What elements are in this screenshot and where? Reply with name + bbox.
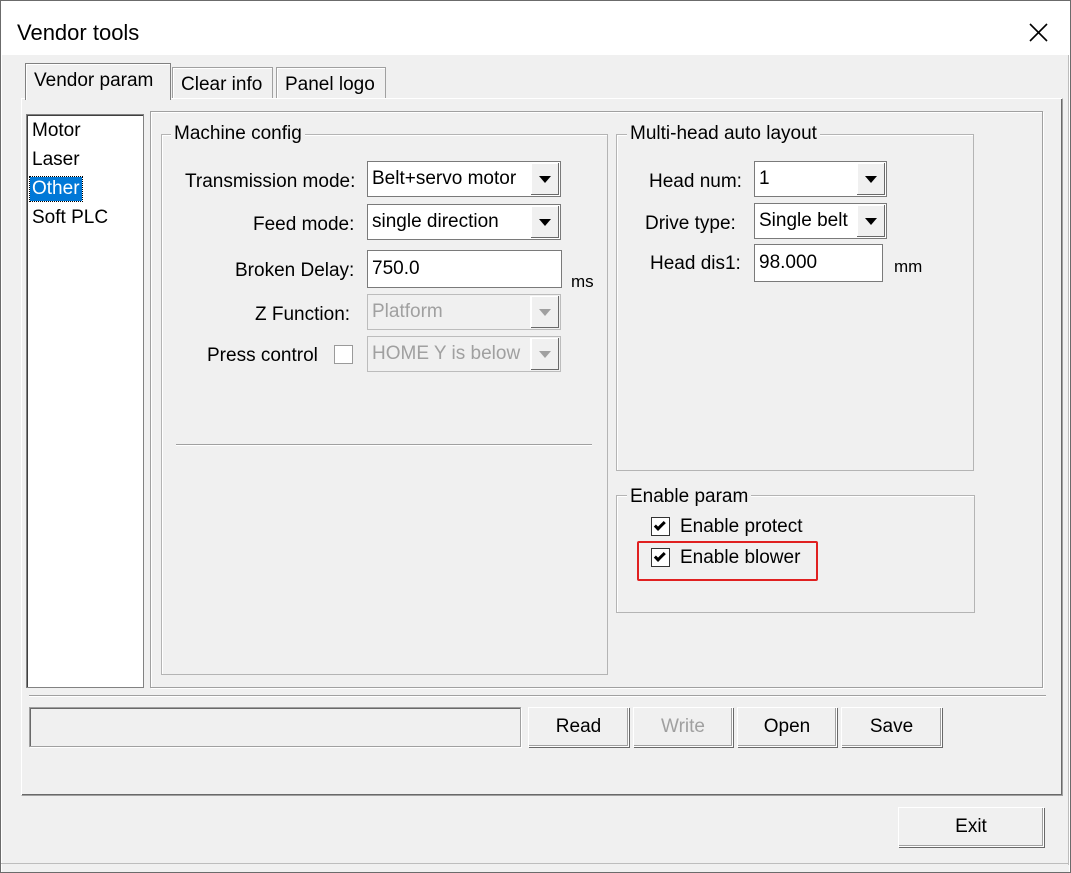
tab-label: Panel logo	[285, 74, 375, 95]
chevron-down-icon[interactable]	[856, 163, 885, 195]
chevron-down-icon	[530, 296, 559, 328]
list-item-laser[interactable]: Laser	[30, 148, 82, 172]
z-function-label: Z Function:	[255, 304, 351, 325]
press-control-value: HOME Y is below	[372, 343, 521, 364]
machine-config-separator	[176, 444, 592, 446]
background-grid-line	[1068, 55, 1069, 865]
transmission-mode-value: Belt+servo motor	[372, 168, 517, 189]
chevron-down-icon[interactable]	[856, 205, 885, 237]
broken-delay-input[interactable]: 750.0	[367, 250, 562, 288]
bottom-separator	[29, 695, 1046, 697]
save-button[interactable]: Save	[841, 707, 942, 747]
list-item-other[interactable]: Other	[29, 176, 83, 202]
background-grid-line	[1, 863, 1069, 864]
head-dis1-input[interactable]: 98.000	[754, 244, 883, 282]
z-function-value: Platform	[372, 301, 443, 322]
read-button[interactable]: Read	[528, 707, 629, 747]
feed-mode-select[interactable]: single direction	[367, 204, 561, 240]
title-bar[interactable]: Vendor tools	[2, 2, 1069, 55]
drive-type-value: Single belt	[759, 210, 848, 231]
exit-button[interactable]: Exit	[898, 807, 1044, 847]
press-control-select: HOME Y is below	[367, 336, 561, 372]
check-icon	[653, 518, 666, 531]
feed-mode-value: single direction	[372, 211, 499, 232]
tab-vendor-param[interactable]: Vendor param	[25, 63, 171, 100]
press-control-label: Press control	[207, 345, 318, 366]
broken-delay-unit: ms	[571, 272, 594, 291]
drive-type-select[interactable]: Single belt	[754, 203, 887, 239]
machine-config-title: Machine config	[171, 123, 305, 145]
enable-protect-checkbox[interactable]	[651, 517, 670, 536]
vendor-tools-window: Vendor tools Vendor param Clear info Pan…	[0, 0, 1071, 873]
broken-delay-value: 750.0	[372, 258, 420, 279]
enable-protect-label: Enable protect	[680, 516, 803, 537]
transmission-mode-label: Transmission mode:	[185, 171, 356, 192]
head-dis1-value: 98.000	[759, 252, 818, 273]
head-dis1-label: Head dis1:	[650, 253, 741, 274]
press-control-checkbox[interactable]	[334, 345, 353, 364]
category-list[interactable]: Motor Laser Other Soft PLC	[26, 114, 144, 688]
chevron-down-icon[interactable]	[530, 163, 559, 195]
write-button[interactable]: Write	[633, 707, 733, 747]
list-item-soft-plc[interactable]: Soft PLC	[30, 206, 110, 230]
transmission-mode-select[interactable]: Belt+servo motor	[367, 161, 561, 197]
highlight-annotation	[637, 541, 818, 581]
head-num-value: 1	[759, 168, 770, 189]
tab-panel-logo[interactable]: Panel logo	[276, 67, 386, 101]
enable-param-title: Enable param	[627, 486, 752, 508]
head-dis1-unit: mm	[894, 257, 923, 276]
z-function-select: Platform	[367, 294, 561, 330]
tab-label: Vendor param	[34, 70, 154, 91]
close-icon[interactable]	[1020, 17, 1056, 49]
broken-delay-label: Broken Delay:	[235, 260, 355, 281]
head-num-label: Head num:	[649, 171, 742, 192]
chevron-down-icon[interactable]	[530, 206, 559, 238]
status-field	[29, 707, 521, 747]
head-num-select[interactable]: 1	[754, 161, 887, 197]
drive-type-label: Drive type:	[645, 213, 736, 234]
chevron-down-icon	[530, 338, 559, 370]
list-item-motor[interactable]: Motor	[30, 119, 83, 143]
open-button[interactable]: Open	[737, 707, 837, 747]
multi-head-title: Multi-head auto layout	[627, 123, 820, 145]
window-title: Vendor tools	[17, 20, 140, 45]
tab-label: Clear info	[181, 74, 263, 95]
tab-clear-info[interactable]: Clear info	[172, 67, 273, 101]
feed-mode-label: Feed mode:	[253, 214, 355, 235]
